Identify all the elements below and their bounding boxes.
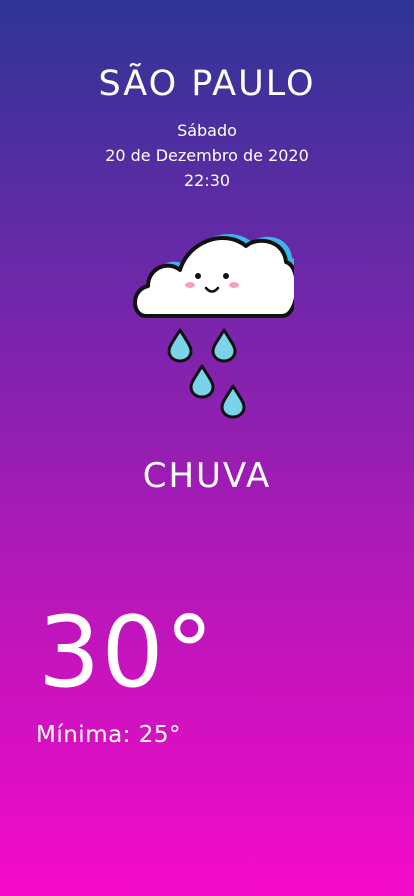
date-label: 20 de Dezembro de 2020 [105,146,309,165]
weekday-label: Sábado [177,121,237,140]
minimum-temperature: Mínima: 25° [36,722,182,748]
time-label: 22:30 [183,171,231,190]
weather-condition: CHUVA [142,456,272,496]
city-name: SÃO PAULO [98,64,316,104]
current-temperature: 30° [38,596,215,710]
date-time-block: Sábado 20 de Dezembro de 2020 22:30 [0,118,414,193]
rain-cloud-icon [124,218,303,423]
